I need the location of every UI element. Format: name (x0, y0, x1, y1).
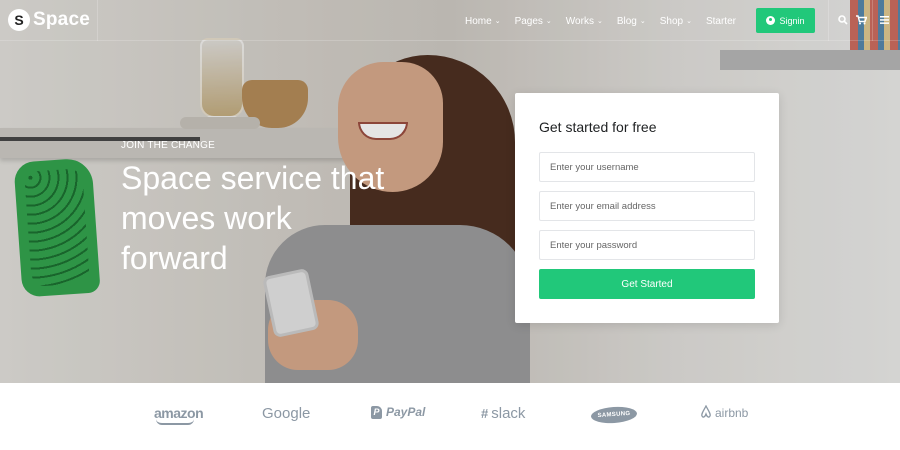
amazon-smile-icon (156, 419, 194, 425)
cart-icon[interactable] (854, 13, 868, 27)
password-field[interactable] (539, 230, 755, 260)
user-circle-icon (766, 16, 776, 25)
slack-hash-icon: # (481, 406, 489, 421)
username-field[interactable] (539, 152, 755, 182)
nav-divider (828, 0, 829, 41)
client-logos: amazon Google P PayPal # slack SAMSUNG a… (0, 383, 900, 450)
google-logo: Google (262, 405, 310, 422)
slack-logo: # slack (481, 405, 525, 422)
hero-section: S Space Home ⌄ Pages ⌄ Works ⌄ Blog ⌄ Shop ⌄ … (0, 0, 900, 383)
hero-headline: Space service that moves work forward (121, 160, 385, 276)
paypal-logo-text: PayPal (386, 405, 426, 419)
nav-item-label: Blog (616, 15, 637, 27)
nav-item-starter[interactable]: Starter (706, 13, 736, 29)
chevron-down-icon: ⌄ (686, 18, 692, 25)
navbar: S Space Home ⌄ Pages ⌄ Works ⌄ Blog ⌄ Shop ⌄ … (0, 0, 900, 41)
nav-item-works[interactable]: Works ⌄ (566, 13, 603, 29)
brand-logo[interactable]: S Space (8, 8, 90, 32)
google-logo-text: Google (262, 405, 311, 422)
airbnb-logo: airbnb (700, 404, 749, 421)
nav-item-home[interactable]: Home ⌄ (465, 13, 501, 29)
brand-mark-icon: S (8, 9, 30, 31)
brand-divider (97, 0, 98, 41)
signup-title: Get started for free (539, 119, 657, 135)
nav-item-shop[interactable]: Shop ⌄ (660, 13, 692, 29)
airbnb-belo-icon (700, 404, 712, 421)
nav-divider (872, 0, 873, 41)
chevron-down-icon: ⌄ (494, 18, 501, 25)
nav-item-blog[interactable]: Blog ⌄ (617, 13, 646, 29)
samsung-logo-text: SAMSUNG (597, 410, 631, 420)
nav-item-label: Pages (514, 15, 543, 27)
signin-label: Signin (779, 15, 805, 26)
main-nav: Home ⌄ Pages ⌄ Works ⌄ Blog ⌄ Shop ⌄ Starter (465, 13, 750, 29)
hero-eyebrow: JOIN THE CHANGE (121, 140, 215, 151)
brand-name: Space (33, 9, 90, 30)
signin-button[interactable]: Signin (756, 8, 815, 33)
slack-logo-text: slack (491, 405, 526, 422)
menu-icon[interactable] (877, 13, 891, 27)
paypal-logo: P PayPal (371, 405, 425, 419)
amazon-logo: amazon (154, 405, 204, 425)
get-started-button[interactable]: Get Started (539, 269, 755, 299)
nav-item-label: Starter (705, 15, 736, 27)
nav-item-pages[interactable]: Pages ⌄ (515, 13, 552, 29)
nav-item-label: Shop (659, 15, 684, 27)
nav-item-label: Home (465, 15, 492, 27)
samsung-logo: SAMSUNG (590, 405, 638, 425)
nav-item-label: Works (565, 15, 594, 27)
email-field[interactable] (539, 191, 755, 221)
search-icon[interactable] (836, 13, 850, 27)
chevron-down-icon: ⌄ (545, 18, 552, 25)
chevron-down-icon: ⌄ (596, 18, 603, 25)
airbnb-logo-text: airbnb (715, 406, 749, 420)
paypal-p-icon: P (371, 405, 382, 419)
chevron-down-icon: ⌄ (639, 18, 646, 25)
signup-card: Get started for free Get Started (515, 93, 779, 323)
